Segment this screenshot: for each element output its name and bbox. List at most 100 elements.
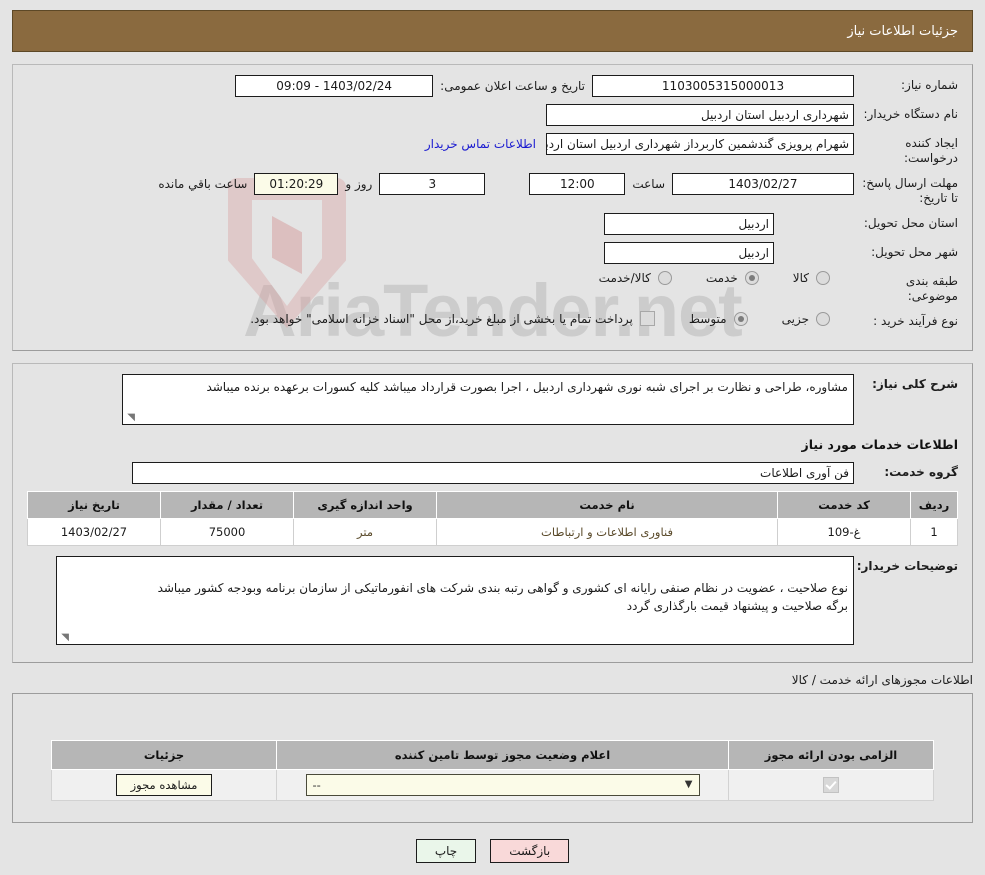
permit-col-required: الزامی بودن ارائه مجوز: [728, 740, 934, 771]
category-option-khedmat[interactable]: خدمت: [706, 271, 759, 285]
description-row: شرح کلی نیاز: مشاوره، طراحی و نظارت بر ا…: [27, 374, 958, 425]
city-label: شهر محل تحویل:: [871, 245, 958, 259]
buyer-org-row: نام دستگاه خریدار: شهرداری اردبیل استان …: [27, 104, 958, 126]
radio-motevaset-icon[interactable]: [733, 311, 748, 326]
category-option-kala-label: کالا: [792, 271, 809, 285]
col-code: کد خدمت: [777, 491, 911, 519]
page-title: جزئیات اطلاعات نیاز: [847, 23, 958, 39]
cell-unit: متر: [293, 518, 437, 546]
footer-actions: بازگشت چاپ: [0, 839, 985, 864]
permit-col-status: اعلام وضعیت مجوز توسط تامین کننده: [276, 740, 729, 771]
service-group-value: فن آوری اطلاعات: [132, 462, 854, 484]
service-group-label: گروه خدمت:: [884, 465, 958, 479]
permit-status-cell: ▼ --: [276, 769, 729, 802]
resize-grip-icon[interactable]: ◥: [125, 413, 135, 423]
buyer-contact-link[interactable]: اطلاعات تماس خریدار: [415, 137, 546, 151]
permit-required-checkbox: [823, 777, 839, 794]
process-row: نوع فرآیند خرید : جزیی متوسط پرداخت تمام…: [27, 311, 958, 333]
services-section-title: اطلاعات خدمات مورد نیاز: [801, 437, 959, 452]
page-header: جزئیات اطلاعات نیاز: [12, 10, 973, 52]
treasury-note-item: پرداخت تمام یا بخشی از مبلغ خرید،از محل …: [250, 311, 655, 326]
description-text: مشاوره، طراحی و نظارت بر اجرای شبه نوری …: [206, 380, 848, 394]
permits-table: الزامی بودن ارائه مجوز اعلام وضعیت مجوز …: [51, 740, 934, 802]
service-group-row: گروه خدمت: فن آوری اطلاعات: [27, 462, 958, 484]
permit-status-value: --: [312, 778, 321, 793]
radio-jozi-icon[interactable]: [816, 311, 830, 326]
radio-kala-khedmat-icon[interactable]: [657, 271, 672, 285]
permits-header-row: الزامی بودن ارائه مجوز اعلام وضعیت مجوز …: [51, 740, 934, 771]
view-permit-button[interactable]: مشاهده مجوز: [115, 774, 213, 797]
permits-row: ▼ -- مشاهده مجوز: [51, 769, 934, 802]
deadline-time-value: 12:00: [529, 173, 626, 195]
need-number-row: شماره نیاز: 1103005315000013 تاریخ و ساع…: [27, 75, 958, 97]
process-option-jozi-label: جزیی: [781, 311, 809, 326]
need-info-panel: شماره نیاز: 1103005315000013 تاریخ و ساع…: [12, 64, 973, 351]
permit-status-select[interactable]: ▼ --: [305, 774, 700, 797]
chevron-down-icon: ▼: [684, 779, 693, 791]
process-option-motevaset[interactable]: متوسط: [688, 311, 748, 326]
table-row: 1 غ-109 فناوری اطلاعات و ارتباطات متر 75…: [27, 518, 958, 546]
need-number-label: شماره نیاز:: [901, 78, 958, 92]
back-button[interactable]: بازگشت: [490, 839, 570, 864]
col-date: تاریخ نیاز: [27, 491, 161, 519]
cell-quantity: 75000: [160, 518, 294, 546]
need-number-value: 1103005315000013: [592, 75, 854, 97]
treasury-checkbox[interactable]: [639, 311, 655, 326]
permit-details-cell: مشاهده مجوز: [51, 769, 277, 802]
remaining-days-value: 3: [379, 173, 486, 195]
city-value: اردبیل: [604, 242, 774, 264]
permit-required-cell: [728, 769, 934, 802]
category-option-khedmat-label: خدمت: [705, 271, 738, 285]
publish-datetime-label: تاریخ و ساعت اعلان عمومی:: [440, 79, 585, 93]
resize-grip-icon-2[interactable]: ◥: [59, 633, 69, 643]
services-table-header-row: ردیف کد خدمت نام خدمت واحد اندازه گیری ت…: [27, 491, 958, 519]
process-option-jozi[interactable]: جزیی: [781, 311, 830, 326]
permits-panel: الزامی بودن ارائه مجوز اعلام وضعیت مجوز …: [12, 693, 973, 824]
creator-label: ایجاد کننده درخواست:: [904, 136, 958, 165]
description-services-panel: شرح کلی نیاز: مشاوره، طراحی و نظارت بر ا…: [12, 363, 973, 664]
creator-value: شهرام پرویزی گندشمین کاربرداز شهرداری ار…: [546, 133, 854, 155]
category-row: طبقه بندی موضوعی: کالا خدمت کالا/خدمت: [27, 271, 958, 304]
deadline-date-value: 1403/02/27: [672, 173, 854, 195]
cell-name: فناوری اطلاعات و ارتباطات: [436, 518, 778, 546]
print-button[interactable]: چاپ: [415, 839, 477, 864]
permit-col-details: جزئیات: [51, 740, 277, 771]
cell-code: غ-109: [777, 518, 911, 546]
deadline-label: مهلت ارسال پاسخ: تا تاریخ:: [862, 176, 958, 205]
radio-kala-icon[interactable]: [816, 271, 830, 285]
creator-row: ایجاد کننده درخواست: شهرام پرویزی گندشمی…: [27, 133, 958, 166]
services-table: ردیف کد خدمت نام خدمت واحد اندازه گیری ت…: [27, 491, 958, 546]
buyer-notes-text: نوع صلاحیت ، عضویت در نظام صنفی رایانه ا…: [157, 580, 848, 614]
buyer-notes-label: توضیحات خریدار:: [856, 559, 958, 573]
radio-khedmat-icon[interactable]: [744, 271, 759, 285]
category-option-kala-khedmat-label: کالا/خدمت: [598, 271, 651, 285]
process-label: نوع فرآیند خرید :: [873, 314, 958, 328]
city-row: شهر محل تحویل: اردبیل: [27, 242, 958, 264]
cell-radif: 1: [910, 518, 958, 546]
countdown-timer: 01:20:29: [254, 173, 339, 195]
category-option-kala-khedmat[interactable]: کالا/خدمت: [599, 271, 672, 285]
hour-label: ساعت: [632, 177, 665, 191]
buyer-notes-row: توضیحات خریدار: نوع صلاحیت ، عضویت در نظ…: [27, 556, 958, 646]
col-radif: ردیف: [910, 491, 958, 519]
deadline-row: مهلت ارسال پاسخ: تا تاریخ: 1403/02/27 سا…: [27, 173, 958, 206]
category-label: طبقه بندی موضوعی:: [905, 274, 958, 303]
buyer-org-value: شهرداری اردبیل استان اردبیل: [546, 104, 854, 126]
cell-date: 1403/02/27: [27, 518, 161, 546]
treasury-note-text: پرداخت تمام یا بخشی از مبلغ خرید،از محل …: [250, 311, 633, 326]
countdown-label: ساعت باقي مانده: [158, 177, 248, 191]
col-name: نام خدمت: [436, 491, 778, 519]
category-option-kala[interactable]: کالا: [793, 271, 830, 285]
description-textarea[interactable]: مشاوره، طراحی و نظارت بر اجرای شبه نوری …: [122, 374, 854, 425]
buyer-notes-textarea[interactable]: نوع صلاحیت ، عضویت در نظام صنفی رایانه ا…: [56, 556, 854, 646]
permits-caption: اطلاعات مجوزهای ارائه خدمت / کالا: [791, 673, 973, 688]
col-quantity: تعداد / مقدار: [160, 491, 294, 519]
publish-datetime-value: 1403/02/24 - 09:09: [235, 75, 434, 97]
remaining-days-label: روز و: [345, 177, 373, 191]
page-root: AriaTender.net جزئیات اطلاعات نیاز شماره…: [0, 0, 985, 875]
province-row: استان محل تحویل: اردبیل: [27, 213, 958, 235]
process-option-motevaset-label: متوسط: [688, 311, 727, 326]
province-label: استان محل تحویل:: [863, 216, 958, 230]
description-label: شرح کلی نیاز:: [872, 377, 958, 391]
buyer-org-label: نام دستگاه خریدار:: [863, 107, 959, 121]
